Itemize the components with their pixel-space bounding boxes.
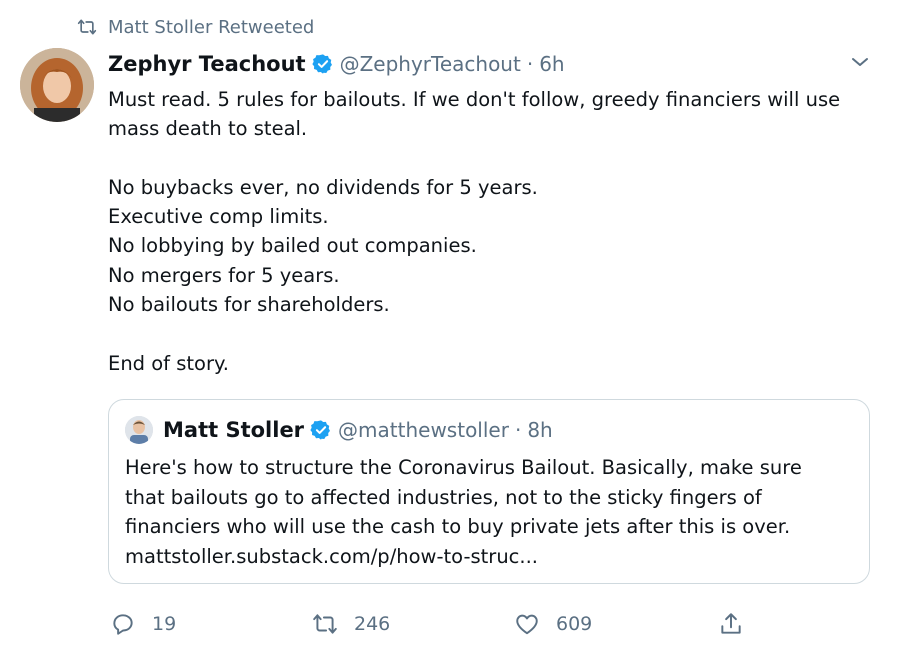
retweet-icon <box>77 19 97 35</box>
reply-icon <box>113 614 133 635</box>
verified-badge-icon <box>311 54 332 74</box>
quoted-link[interactable]: mattstoller.substack.com/p/how-to-struc.… <box>125 542 855 572</box>
retweet-label[interactable]: Matt Stoller Retweeted <box>108 17 314 38</box>
share-button[interactable] <box>718 606 744 642</box>
quoted-author-photo <box>125 416 153 444</box>
reply-count: 19 <box>152 613 177 635</box>
retweet-count: 246 <box>354 613 391 635</box>
quoted-tweet[interactable]: Matt Stoller @matthewstoller · 8h Here's… <box>108 399 870 584</box>
quoted-avatar[interactable] <box>125 416 153 444</box>
quoted-tweet-header: Matt Stoller @matthewstoller · 8h <box>125 416 553 444</box>
tweet-line: No lobbying by bailed out companies. <box>108 234 477 258</box>
quoted-author-handle: @matthewstoller <box>338 418 509 442</box>
reply-button[interactable]: 19 <box>110 606 176 642</box>
tweet-timestamp[interactable]: 6h <box>539 52 564 76</box>
heart-icon <box>516 614 538 635</box>
verified-badge-icon <box>310 420 331 440</box>
author-name[interactable]: Zephyr Teachout <box>108 52 306 76</box>
tweet-line: Must read. 5 rules for bailouts. If we d… <box>108 88 841 111</box>
tweet-line: No mergers for 5 years. <box>108 263 340 287</box>
tweet-line: End of story. <box>108 351 229 375</box>
quoted-line: financiers who will use the cash to buy … <box>125 515 791 539</box>
retweet-icon <box>313 614 337 634</box>
quoted-tweet-text: Here's how to structure the Coronavirus … <box>125 453 855 572</box>
tweet-line: No buybacks ever, no dividends for 5 yea… <box>108 175 538 199</box>
tweet-line: No bailouts for shareholders. <box>108 293 390 317</box>
quoted-author-name: Matt Stoller <box>163 418 305 442</box>
share-icon <box>721 613 741 634</box>
tweet-line: Executive comp limits. <box>108 205 329 229</box>
chevron-down-icon[interactable] <box>848 50 872 74</box>
retweet-button[interactable]: 246 <box>312 606 390 642</box>
tweet-text: Must read. 5 rules for bailouts. If we d… <box>108 85 878 378</box>
avatar[interactable] <box>20 48 94 122</box>
separator: · <box>514 418 522 442</box>
tweet-header: Zephyr Teachout @ZephyrTeachout · 6h <box>108 50 565 78</box>
quoted-line: that bailouts go to affected industries,… <box>125 485 762 509</box>
quoted-timestamp: 8h <box>527 418 553 442</box>
author-handle[interactable]: @ZephyrTeachout <box>340 52 521 76</box>
quoted-line: Here's how to structure the Coronavirus … <box>125 456 802 479</box>
separator: · <box>526 52 534 76</box>
author-photo <box>20 48 94 122</box>
like-count: 609 <box>556 613 593 635</box>
like-button[interactable]: 609 <box>514 606 592 642</box>
retweet-context[interactable]: Matt Stoller Retweeted <box>77 14 314 40</box>
tweet-actions: 19 246 609 <box>108 606 868 642</box>
tweet-line: mass death to steal. <box>108 117 308 141</box>
